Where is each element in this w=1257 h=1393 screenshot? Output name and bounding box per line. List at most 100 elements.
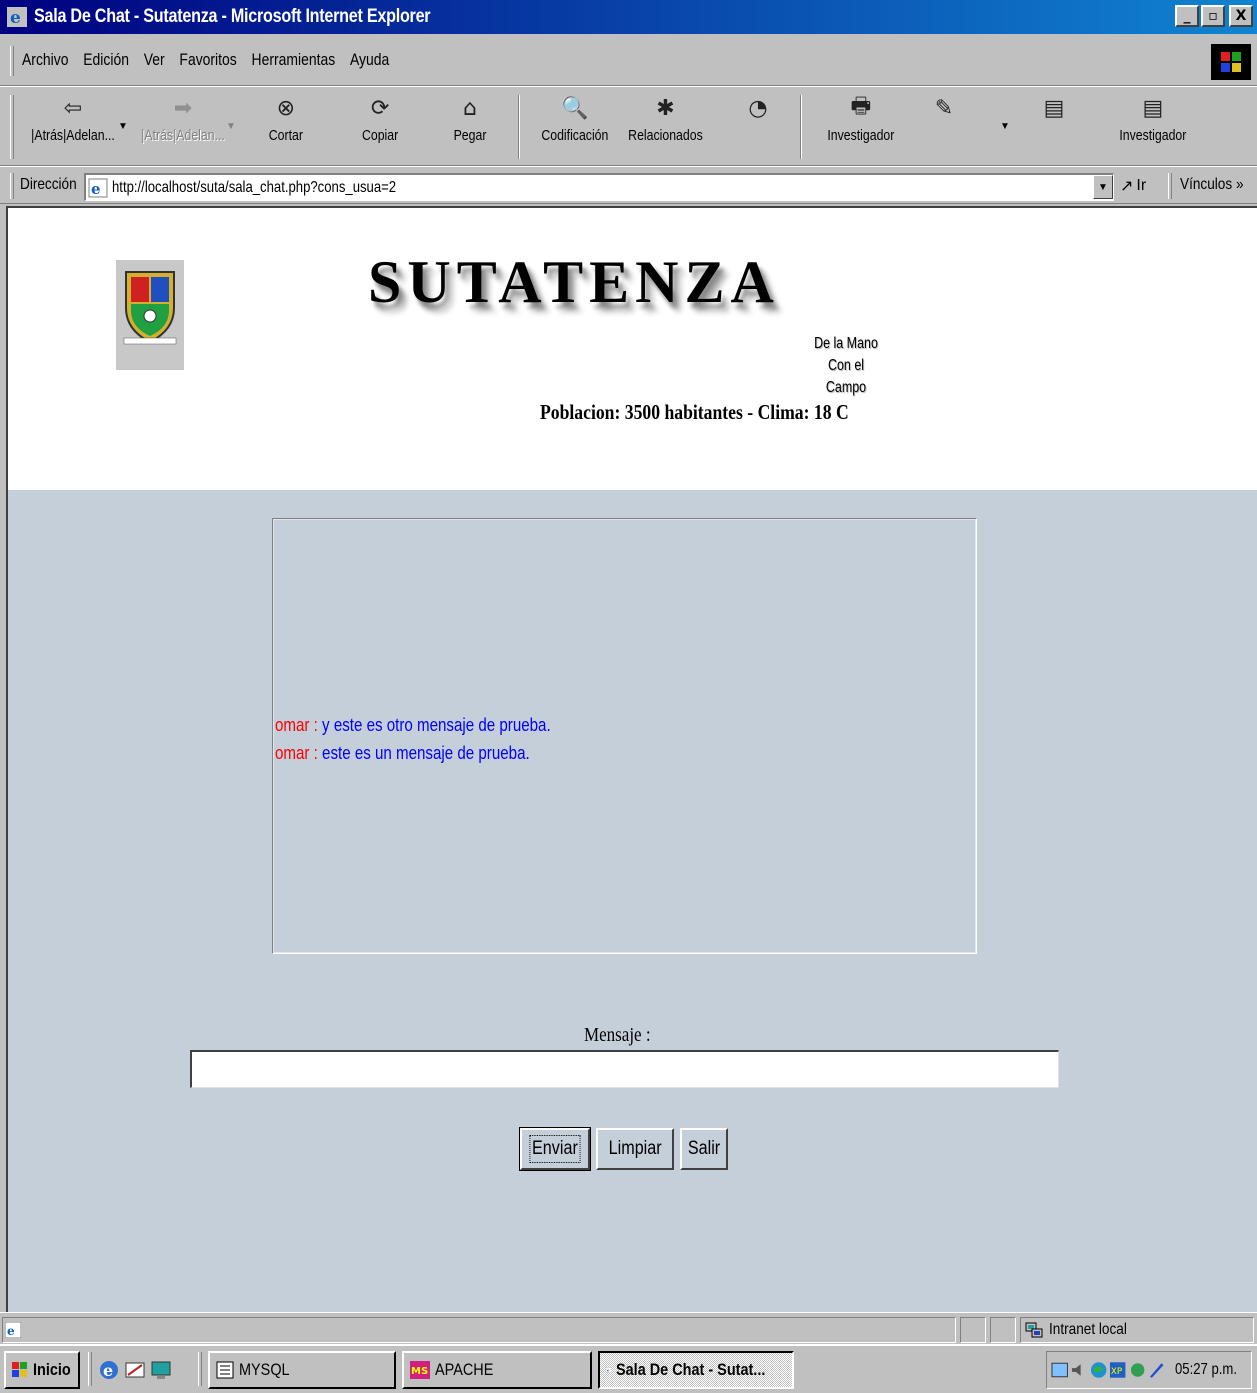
stop-label: Cortar	[268, 127, 303, 144]
taskbar: Inicio e MYSQL MS APACHE e Sala De Chat …	[0, 1344, 1257, 1393]
site-title: SUTATENZA	[368, 249, 780, 315]
start-button[interactable]: Inicio	[4, 1351, 80, 1389]
home-icon: ⌂	[463, 95, 477, 121]
system-tray: XP 05:27 p.m.	[1046, 1351, 1252, 1389]
page-header: SUTATENZA De la Mano Con el Campo Poblac…	[8, 208, 1257, 490]
send-button[interactable]: Enviar	[519, 1127, 591, 1171]
menu-ver[interactable]: Ver	[144, 50, 165, 70]
message-input[interactable]	[190, 1050, 1059, 1088]
home-label: Pegar	[453, 127, 487, 144]
search-label: Codificación	[541, 127, 609, 144]
chat-text: este es un mensaje de prueba.	[322, 743, 530, 763]
close-button[interactable]: X	[1229, 5, 1253, 27]
stop-icon: ⊗	[276, 95, 296, 121]
discuss-label: Investigador	[1119, 127, 1187, 144]
refresh-icon: ⟳	[370, 95, 390, 121]
go-label: Ir	[1136, 177, 1147, 194]
task-apache[interactable]: MS APACHE	[402, 1351, 592, 1389]
minimize-button[interactable]: _	[1175, 5, 1199, 27]
history-button[interactable]: ◔	[744, 93, 772, 123]
chat-message: omar : este es un mensaje de prueba.	[275, 739, 551, 767]
ie-icon: e	[7, 7, 27, 28]
forward-label: |Atrás|Adelan...	[141, 127, 225, 144]
discuss-icon: ▤	[1142, 95, 1164, 121]
task-mysql[interactable]: MYSQL	[208, 1351, 396, 1389]
site-slogan: De la Mano Con el Campo	[814, 335, 878, 396]
search-icon: 🔍	[561, 95, 589, 121]
home-button[interactable]: ⌂ Pegar	[450, 93, 490, 145]
refresh-button[interactable]: ⟳ Copiar	[358, 93, 402, 145]
menu-herramientas[interactable]: Herramientas	[252, 50, 336, 70]
forward-button[interactable]: ➡ |Atrás|Adelan...	[132, 93, 234, 145]
svg-text:e: e	[103, 1361, 113, 1380]
volume-icon[interactable]	[1070, 1361, 1087, 1379]
windows-flag-icon	[12, 1362, 27, 1377]
chat-messages-frame[interactable]: omar : y este es otro mensaje de prueba.…	[272, 518, 977, 954]
exit-button[interactable]: Salir	[680, 1128, 728, 1170]
tray-network-icon[interactable]	[1051, 1361, 1068, 1379]
coat-of-arms-icon	[123, 271, 177, 345]
message-label: Mensaje :	[584, 1024, 651, 1046]
address-dropdown-icon[interactable]: ▼	[1093, 175, 1113, 199]
back-dropdown-icon[interactable]: ▼	[118, 121, 128, 132]
favorites-label: Relacionados	[628, 127, 703, 144]
address-label: Dirección	[20, 176, 77, 193]
status-bar: e Intranet local	[0, 1312, 1257, 1344]
task-ie-chat[interactable]: e Sala De Chat - Sutat...	[598, 1351, 794, 1389]
forward-dropdown-icon[interactable]: ▼	[226, 121, 236, 132]
tray-app-icon[interactable]: XP	[1109, 1361, 1126, 1379]
menu-grip	[10, 46, 14, 76]
page-button[interactable]: ▤	[1040, 93, 1068, 123]
ie-quicklaunch-icon[interactable]: e	[98, 1359, 120, 1381]
menu-ayuda[interactable]: Ayuda	[350, 50, 389, 70]
edit-button[interactable]: ✎	[930, 93, 958, 123]
title-bar[interactable]: e Sala De Chat - Sutatenza - Microsoft I…	[0, 0, 1257, 34]
discuss-button[interactable]: ▤ Investigador	[1112, 93, 1194, 145]
history-icon: ◔	[748, 95, 768, 121]
menu-favoritos[interactable]: Favoritos	[179, 50, 236, 70]
print-label: Investigador	[827, 127, 895, 144]
menu-edicion[interactable]: Edición	[83, 50, 129, 70]
ie-task-icon: e	[606, 1367, 612, 1373]
tray-sync-icon[interactable]	[1129, 1361, 1146, 1379]
print-button[interactable]: 🖶 Investigador	[820, 93, 902, 144]
back-button[interactable]: ⇦ |Atrás|Adelan...	[22, 93, 124, 145]
print-icon: 🖶	[850, 94, 872, 119]
window-title: Sala De Chat - Sutatenza - Microsoft Int…	[34, 6, 431, 27]
links-button[interactable]: Vínculos »	[1180, 176, 1244, 194]
favorites-button[interactable]: ✱ Relacionados	[620, 93, 711, 145]
desktop-quicklaunch-icon[interactable]	[150, 1359, 172, 1381]
toolbar-separator	[800, 95, 802, 159]
status-security-pane	[990, 1317, 1016, 1343]
svg-text:XP: XP	[1111, 1367, 1122, 1377]
edit-icon: ✎	[934, 95, 954, 121]
clear-button[interactable]: Limpiar	[596, 1128, 674, 1170]
edit-dropdown-icon[interactable]: ▼	[1000, 121, 1010, 132]
svg-text:e: e	[10, 8, 21, 28]
chat-message: omar : y este es otro mensaje de prueba.	[275, 711, 551, 739]
toolbar-grip	[10, 95, 14, 159]
search-button[interactable]: 🔍 Codificación	[534, 93, 616, 145]
stop-button[interactable]: ⊗ Cortar	[265, 93, 307, 145]
toolbar-separator	[518, 95, 520, 159]
maximize-button[interactable]: ▫	[1201, 5, 1225, 27]
tray-globe-icon[interactable]	[1090, 1361, 1107, 1379]
town-stats: Poblacion: 3500 habitantes - Clima: 18 C	[540, 400, 849, 424]
chat-username: omar :	[275, 743, 323, 763]
address-input[interactable]: e http://localhost/suta/sala_chat.php?co…	[84, 173, 1114, 201]
page-ie-icon: e	[88, 178, 108, 198]
apache-icon: MS	[410, 1361, 430, 1379]
tray-pen-icon[interactable]	[1148, 1361, 1165, 1379]
ie-status-icon: e	[5, 1322, 21, 1338]
menu-archivo[interactable]: Archivo	[22, 50, 68, 70]
outlook-quicklaunch-icon[interactable]	[124, 1359, 146, 1381]
status-progress-pane	[960, 1317, 986, 1343]
quicklaunch-grip	[88, 1352, 92, 1386]
status-zone-pane: Intranet local	[1020, 1317, 1254, 1343]
svg-text:e: e	[91, 180, 101, 198]
go-button[interactable]: ↗ Ir	[1120, 176, 1146, 196]
chat-username: omar :	[275, 715, 323, 735]
address-url: http://localhost/suta/sala_chat.php?cons…	[112, 178, 397, 196]
address-grip	[10, 173, 14, 199]
status-pane: e	[2, 1317, 956, 1343]
